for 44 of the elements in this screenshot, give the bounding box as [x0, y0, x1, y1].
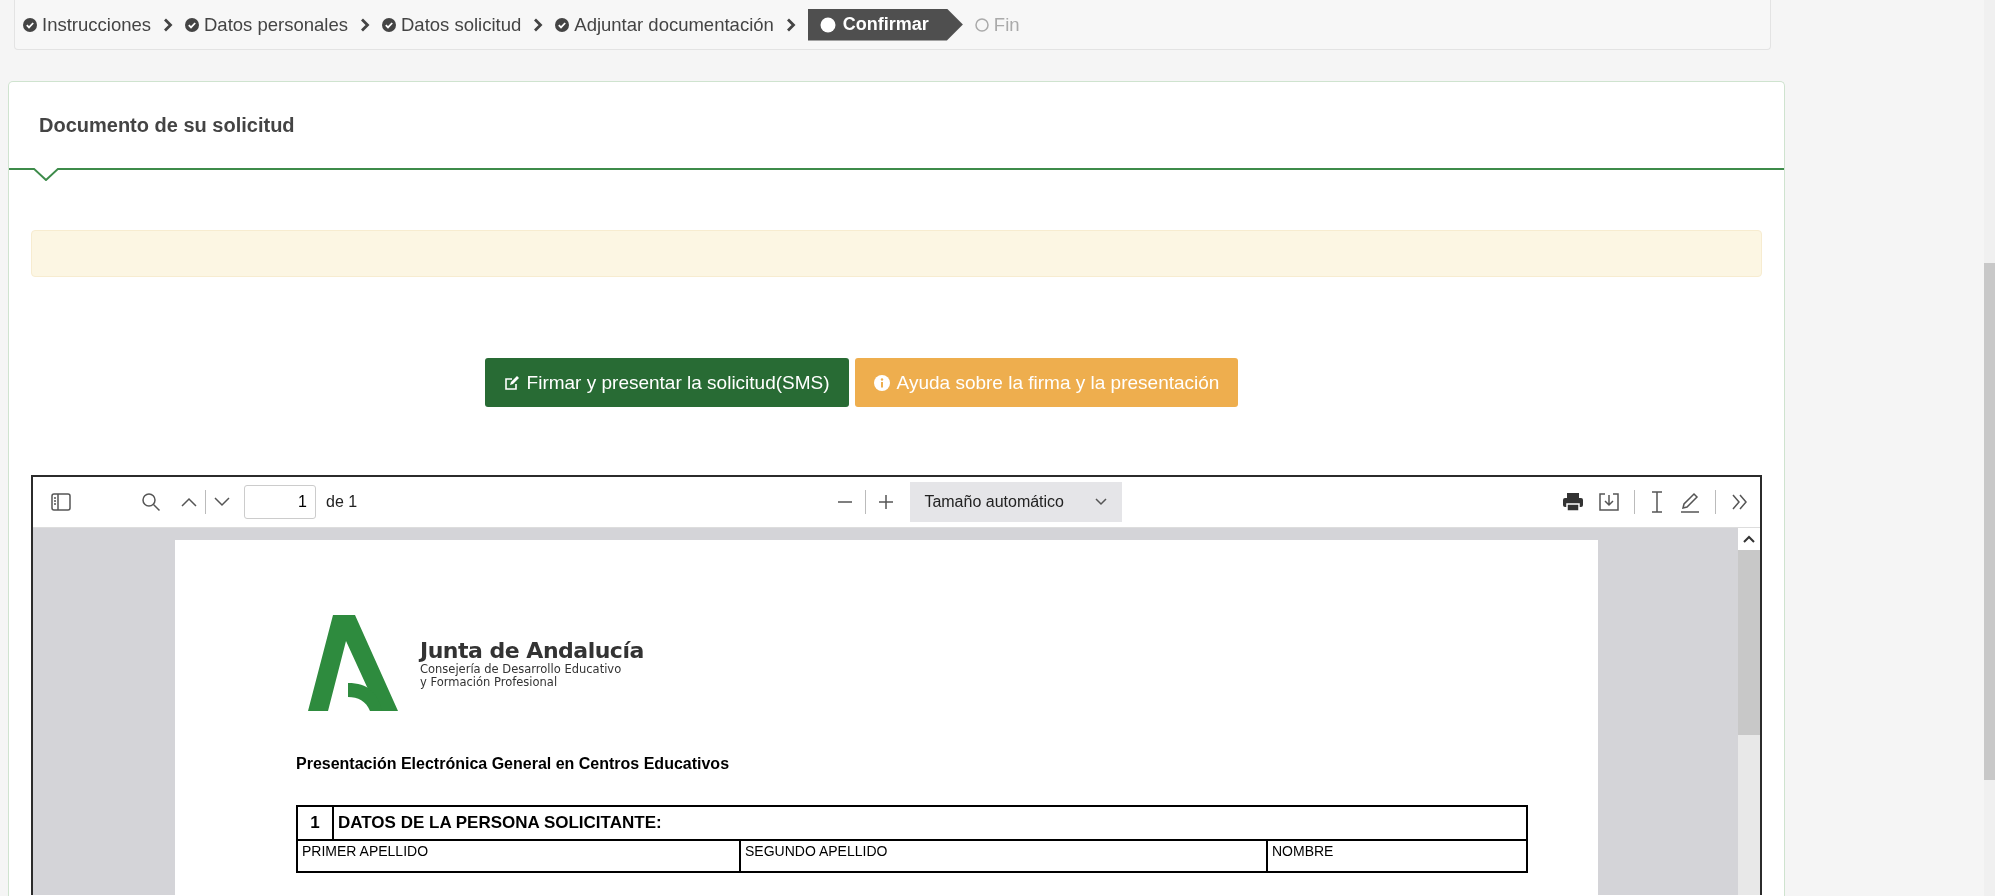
wizard-step: Instrucciones: [23, 13, 151, 36]
chevron-right-icon: [360, 17, 370, 32]
scrollbar[interactable]: [1738, 528, 1760, 895]
wizard-step: Fin: [974, 13, 1020, 36]
chevron-up-icon[interactable]: [1743, 535, 1755, 543]
chevron-right-icon: [785, 17, 796, 32]
save-icon[interactable]: [1598, 492, 1620, 512]
check-circle-icon: [23, 17, 37, 32]
section-title: DATOS DE LA PERSONA SOLICITANTE:: [333, 806, 1527, 840]
wizard-step: Adjuntar documentación: [555, 13, 774, 36]
text-cursor-icon[interactable]: [1649, 491, 1665, 513]
more-tools-icon[interactable]: [1730, 493, 1750, 511]
wizard-step: Datos solicitud: [382, 13, 522, 36]
document-title: Presentación Electrónica General en Centros Educativos: [296, 755, 731, 773]
organization-subtitle: y Formación Profesional: [420, 675, 559, 689]
check-circle-icon: [555, 17, 570, 32]
chevron-down-icon: [1094, 497, 1108, 507]
circle-icon: [819, 16, 836, 33]
panel-title: Documento de su solicitud: [39, 113, 295, 137]
organization-subtitle: Consejería de Desarrollo Educativo: [420, 662, 623, 676]
field-label: NOMBRE: [1267, 840, 1527, 872]
edit-icon: [503, 374, 520, 391]
page-count: de 1: [326, 493, 358, 511]
check-circle-icon: [185, 17, 199, 32]
organization-name: Junta de Andalucía: [420, 637, 644, 663]
field-label: PRIMER APELLIDO: [297, 840, 740, 872]
field-label: SEGUNDO APELLIDO: [740, 840, 1267, 872]
sign-submit-button[interactable]: Firmar y presentar la solicitud(SMS): [484, 358, 849, 407]
section-number: 1: [297, 806, 333, 840]
scrollbar-thumb[interactable]: [1984, 263, 1995, 780]
search-icon[interactable]: [141, 492, 161, 512]
logo-icon: [308, 615, 398, 711]
page-number-field[interactable]: 1: [244, 485, 316, 519]
chevron-right-icon: [533, 17, 544, 32]
info-icon: [873, 374, 890, 391]
chevron-right-icon: [163, 17, 173, 32]
sidebar-toggle-icon[interactable]: [51, 493, 71, 511]
wizard-step: Confirmar: [807, 8, 963, 41]
zoom-select[interactable]: Tamaño automático: [910, 482, 1122, 522]
circle-outline-icon: [974, 17, 989, 32]
wizard-step: Datos personales: [185, 13, 348, 36]
check-circle-icon: [382, 17, 396, 32]
print-icon[interactable]: [1562, 492, 1584, 512]
pen-icon[interactable]: [1679, 491, 1701, 513]
